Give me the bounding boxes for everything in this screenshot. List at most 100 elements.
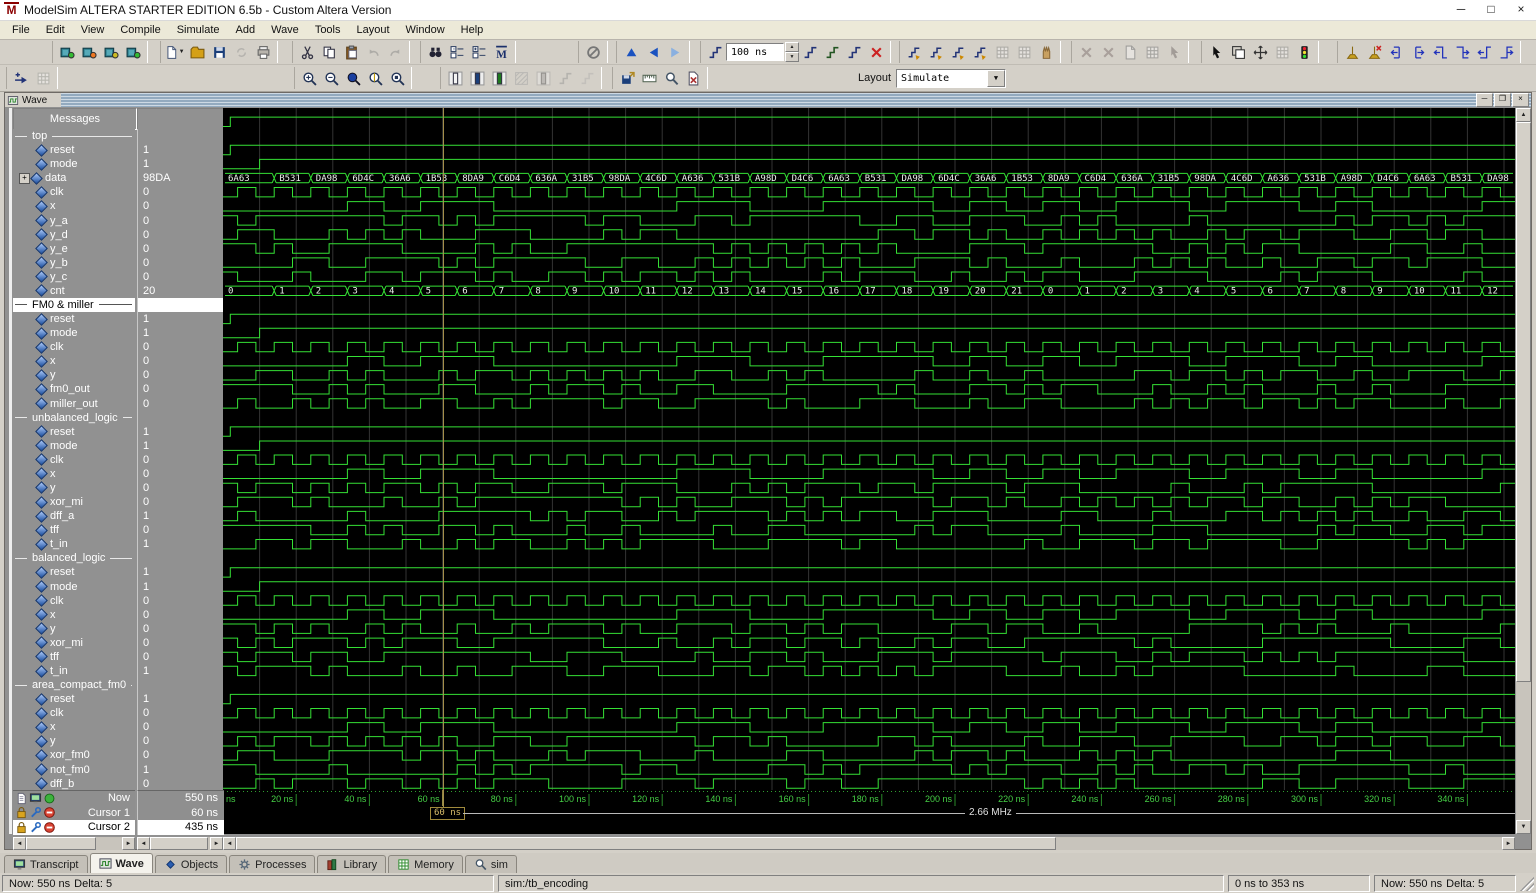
signal-row-xor-mi[interactable]: xor_mi: [13, 495, 135, 509]
tab-library[interactable]: Library: [317, 855, 387, 873]
signal-row-dff-a[interactable]: dff_a: [13, 509, 135, 523]
zoom-cursor-icon[interactable]: [364, 67, 386, 89]
signal-row-miller-out[interactable]: miller_out: [13, 396, 135, 410]
signal-row-clk[interactable]: clk: [13, 706, 135, 720]
break-now-icon[interactable]: [1035, 41, 1057, 63]
find-next-rising-edge-icon[interactable]: [1495, 41, 1517, 63]
menu-window[interactable]: Window: [398, 23, 453, 37]
signal-row-y-c[interactable]: y_c: [13, 270, 135, 284]
compile-all-icon[interactable]: [78, 41, 100, 63]
menu-help[interactable]: Help: [453, 23, 492, 37]
signal-row-xor-mi[interactable]: xor_mi: [13, 636, 135, 650]
tab-objects[interactable]: Objects: [154, 855, 228, 873]
new-file-icon[interactable]: ▼: [164, 41, 186, 63]
signal-row-t-in[interactable]: t_in: [13, 664, 135, 678]
step-out-icon[interactable]: [947, 41, 969, 63]
compile-icon[interactable]: [56, 41, 78, 63]
signal-row-clk[interactable]: clk: [13, 340, 135, 354]
break-icon[interactable]: [865, 41, 887, 63]
signal-row-reset[interactable]: reset: [13, 565, 135, 579]
signal-row-xor-fm0[interactable]: xor_fm0: [13, 748, 135, 762]
spin-down-icon[interactable]: ▼: [785, 52, 799, 62]
signal-row-y[interactable]: y: [13, 622, 135, 636]
insert-pane-icon[interactable]: [15, 792, 28, 805]
menu-compile[interactable]: Compile: [112, 23, 168, 37]
signal-group-top[interactable]: top: [13, 129, 135, 143]
show-window-icon[interactable]: [29, 792, 42, 805]
zoom-full-icon[interactable]: [342, 67, 364, 89]
signal-group-fm0-miller[interactable]: FM0 & miller: [13, 297, 135, 313]
open-icon[interactable]: [186, 41, 208, 63]
copy-icon[interactable]: [318, 41, 340, 63]
stop-drawing-icon[interactable]: [582, 41, 604, 63]
signal-row-tff[interactable]: tff: [13, 650, 135, 664]
edit-cursor-icon[interactable]: [29, 806, 42, 819]
signal-row-x[interactable]: x: [13, 199, 135, 213]
pan-mode-icon[interactable]: [1249, 41, 1271, 63]
expand-icon[interactable]: +: [19, 172, 30, 184]
close-wave-icon[interactable]: [682, 67, 704, 89]
zoom-in-icon[interactable]: [298, 67, 320, 89]
go-forward-icon[interactable]: [664, 41, 686, 63]
run-icon[interactable]: [799, 41, 821, 63]
run-length-spinner[interactable]: ▲ ▼: [785, 42, 799, 62]
go-back-icon[interactable]: [642, 41, 664, 63]
scroll-left-button[interactable]: ◄: [137, 837, 150, 850]
signal-row-tff[interactable]: tff: [13, 523, 135, 537]
modelsim-home-icon[interactable]: M: [490, 41, 512, 63]
signal-row-x[interactable]: x: [13, 467, 135, 481]
signal-group-area-compact-fm0[interactable]: area_compact_fm0: [13, 678, 135, 692]
cursor-names-pane[interactable]: Now Cursor 1 Cursor 2: [13, 790, 135, 835]
signal-row-t-in[interactable]: t_in: [13, 537, 135, 551]
continue-run-icon[interactable]: [821, 41, 843, 63]
add-to-wave-icon[interactable]: [10, 67, 32, 89]
scroll-down-button[interactable]: ▼: [1516, 820, 1531, 834]
scroll-left-button[interactable]: ◄: [13, 837, 26, 850]
run-simulation-icon[interactable]: [122, 41, 144, 63]
signal-group-balanced-logic[interactable]: balanced_logic: [13, 551, 135, 565]
tab-transcript[interactable]: Transcript: [4, 855, 88, 873]
signal-row-data[interactable]: + data: [13, 171, 135, 185]
cursor1-flag[interactable]: 60 ns: [430, 807, 465, 820]
find-next-transition-icon[interactable]: [1407, 41, 1429, 63]
menu-layout[interactable]: Layout: [349, 23, 398, 37]
chevron-down-icon[interactable]: ▼: [987, 69, 1006, 87]
waveform-svg[interactable]: 6A63 B531 DA98 6D4C 36A6 1B53 8DA9 C6D4 636A 31B5…: [223, 108, 1515, 790]
signal-row-mode[interactable]: mode: [13, 326, 135, 340]
signal-row-y[interactable]: y: [13, 734, 135, 748]
restart-icon[interactable]: [704, 41, 726, 63]
step-current-icon[interactable]: [969, 41, 991, 63]
cursor-row-cursor-2[interactable]: Cursor 2: [13, 820, 135, 835]
search-signal-icon[interactable]: [660, 67, 682, 89]
run-all-icon[interactable]: [843, 41, 865, 63]
zoom-out-icon[interactable]: [320, 67, 342, 89]
menu-tools[interactable]: Tools: [307, 23, 349, 37]
signal-row-dff-b[interactable]: dff_b: [13, 777, 135, 790]
values-scroll-thumb[interactable]: [150, 837, 208, 850]
vertical-scrollbar[interactable]: ▲ ▼: [1516, 108, 1531, 834]
signal-row-y-a[interactable]: y_a: [13, 213, 135, 227]
find-next-falling-edge-icon[interactable]: [1451, 41, 1473, 63]
paste-icon[interactable]: [340, 41, 362, 63]
menu-add[interactable]: Add: [228, 23, 264, 37]
minimize-button[interactable]: ─: [1446, 0, 1476, 20]
select-mode-icon[interactable]: [1205, 41, 1227, 63]
zoom-range-icon[interactable]: [386, 67, 408, 89]
signal-row-reset[interactable]: reset: [13, 692, 135, 706]
cut-icon[interactable]: [296, 41, 318, 63]
tab-memory[interactable]: Memory: [388, 855, 463, 873]
wave-hscrollbar[interactable]: ◄ ►: [223, 837, 1515, 850]
collapse-tree-icon[interactable]: [446, 41, 468, 63]
find-previous-falling-edge-icon[interactable]: [1429, 41, 1451, 63]
wave-restore-button[interactable]: ❐: [1494, 93, 1511, 107]
wave-scroll-thumb[interactable]: [236, 837, 1056, 850]
go-up-icon[interactable]: [620, 41, 642, 63]
wave-window-titlebar[interactable]: Wave ─ ❐ ×: [5, 93, 1531, 107]
signal-group-unbalanced-logic[interactable]: unbalanced_logic: [13, 411, 135, 425]
timeline-ruler[interactable]: ns 20 ns 40 ns 60 ns 80 ns 100 ns 120 ns 140 ns…: [223, 790, 1515, 809]
resize-grip[interactable]: [1520, 876, 1534, 891]
show-ruler-icon[interactable]: [638, 67, 660, 89]
wave-minimize-button[interactable]: ─: [1476, 93, 1493, 107]
maximize-button[interactable]: □: [1476, 0, 1506, 20]
signal-row-reset[interactable]: reset: [13, 425, 135, 439]
